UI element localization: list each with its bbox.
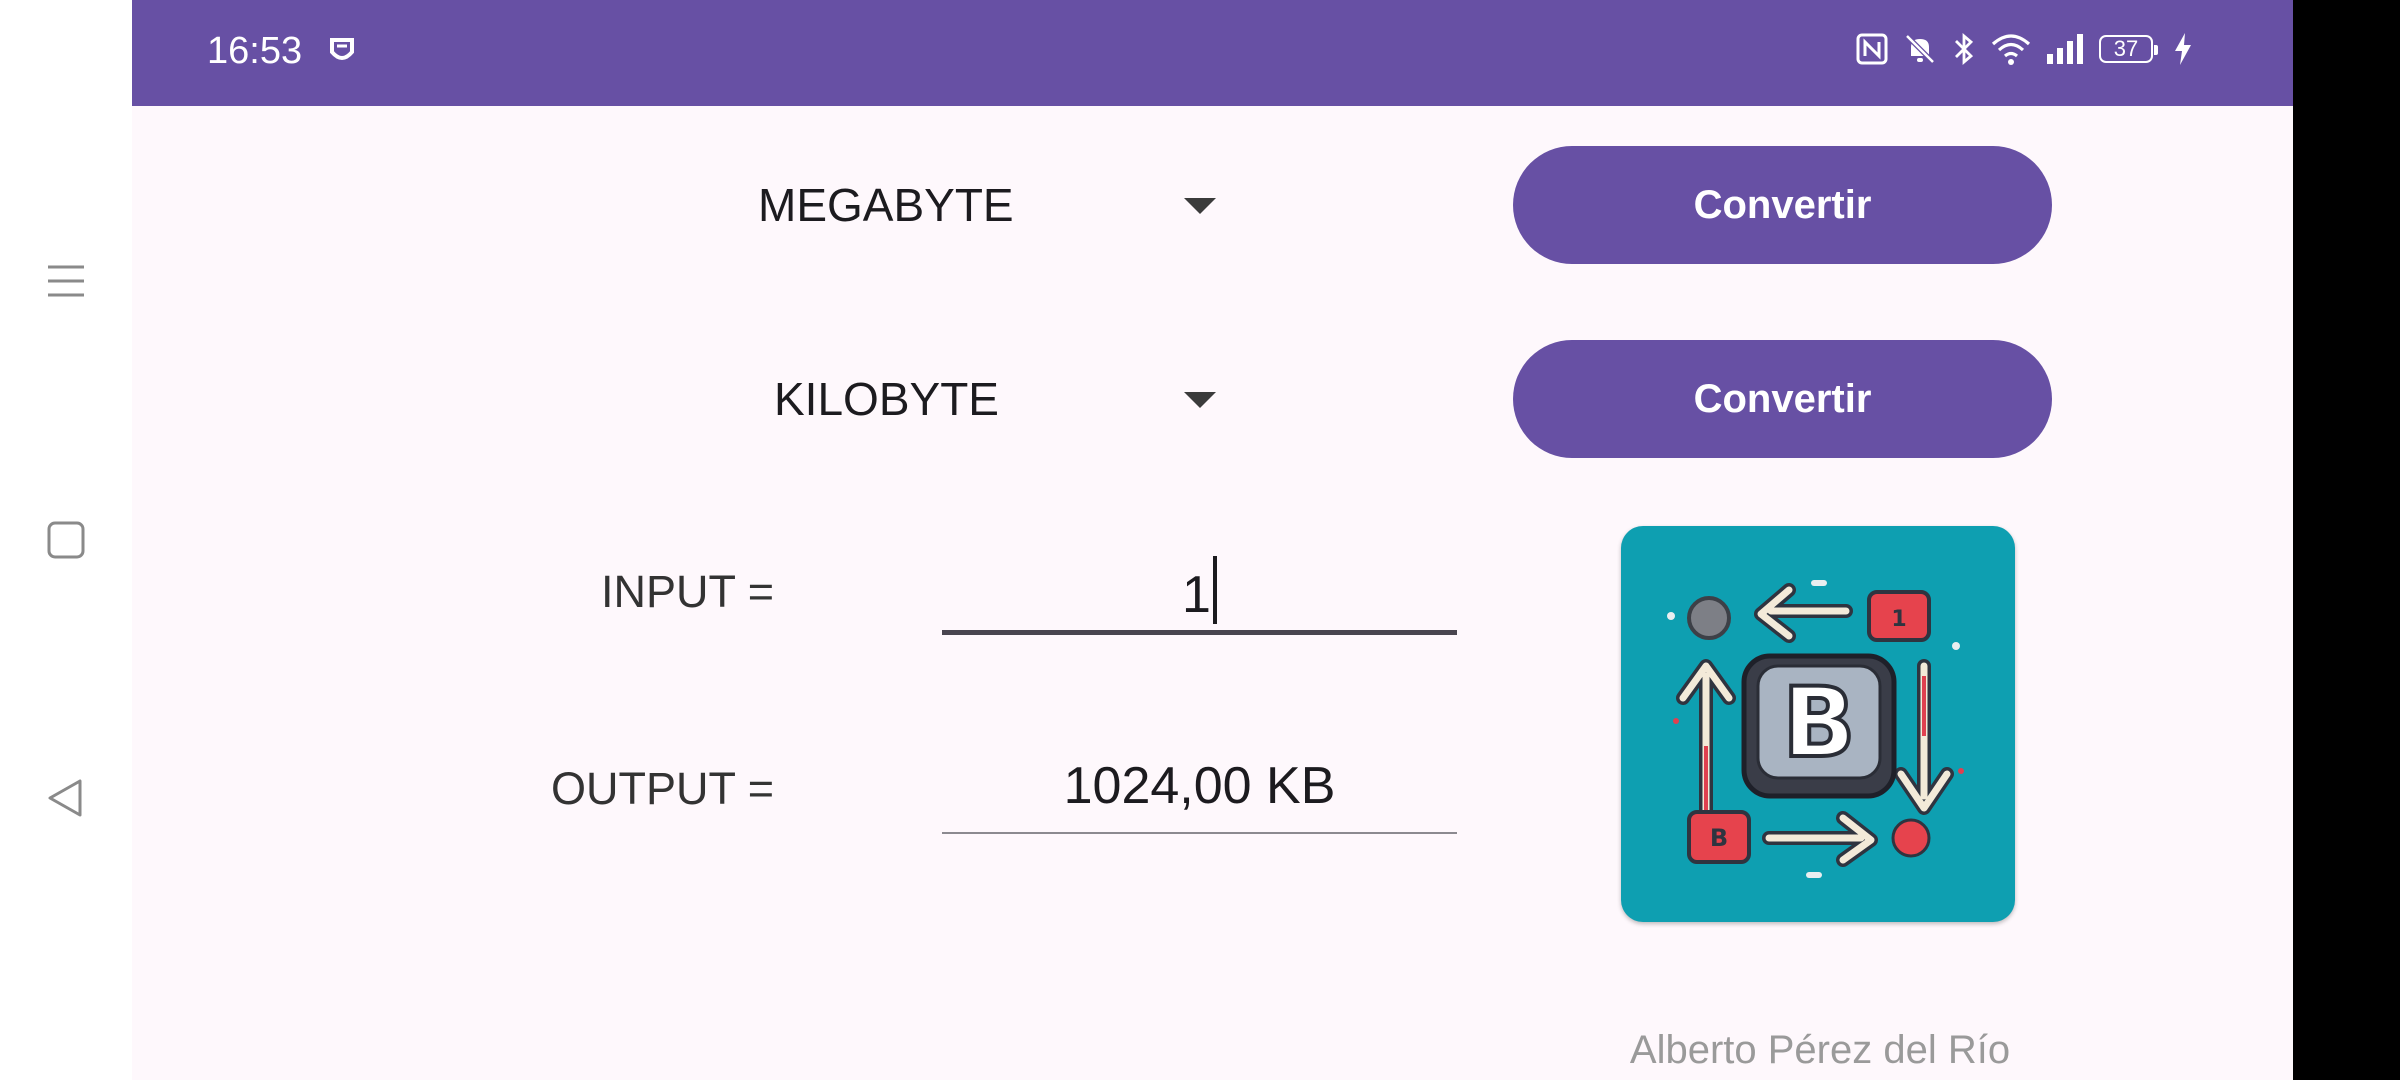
to-unit-spinner[interactable]: KILOBYTE	[612, 354, 1372, 444]
app-window: 16:53 37 MEGABYTE Convertir KILOBYTE Con…	[132, 0, 2293, 1080]
shield-app-icon	[328, 36, 356, 71]
nfc-icon	[1855, 32, 1889, 66]
output-value: 1024,00 KB	[1063, 757, 1336, 815]
menu-icon[interactable]	[38, 253, 94, 309]
output-label: OUTPUT =	[551, 763, 774, 814]
text-cursor	[1212, 556, 1217, 624]
to-unit-value: KILOBYTE	[774, 373, 999, 425]
home-square-icon[interactable]	[38, 512, 94, 568]
bluetooth-icon	[1951, 32, 1977, 66]
logo-badge-bottom: B	[1710, 824, 1728, 852]
logo-badge-top: 1	[1891, 607, 1906, 632]
output-field: 1024,00 KB	[942, 756, 1457, 816]
from-unit-spinner[interactable]: MEGABYTE	[612, 160, 1372, 250]
battery-icon: 37	[2099, 35, 2158, 63]
convert-button-from[interactable]: Convertir	[1513, 146, 2052, 264]
dropdown-arrow-icon	[1184, 198, 1216, 214]
input-value: 1	[1182, 566, 1211, 624]
input-label: INPUT =	[601, 566, 774, 617]
charging-icon	[2173, 32, 2193, 66]
app-logo-image: 1 B B	[1621, 526, 2015, 922]
signal-icon	[2045, 32, 2085, 66]
input-field[interactable]: 1	[942, 556, 1457, 625]
output-underline	[942, 832, 1457, 834]
bell-off-icon	[1903, 32, 1937, 66]
wifi-icon	[1991, 32, 2031, 66]
input-underline	[942, 630, 1457, 635]
from-unit-value: MEGABYTE	[758, 179, 1014, 231]
navigation-bar	[0, 0, 132, 1080]
back-triangle-icon[interactable]	[38, 770, 94, 826]
convert-button-to[interactable]: Convertir	[1513, 340, 2052, 458]
dropdown-arrow-icon	[1184, 392, 1216, 408]
status-bar: 16:53 37	[132, 0, 2293, 106]
author-credit: Alberto Pérez del Río	[1629, 1028, 2011, 1072]
status-time: 16:53	[207, 30, 303, 72]
logo-letter: B	[1782, 667, 1855, 779]
